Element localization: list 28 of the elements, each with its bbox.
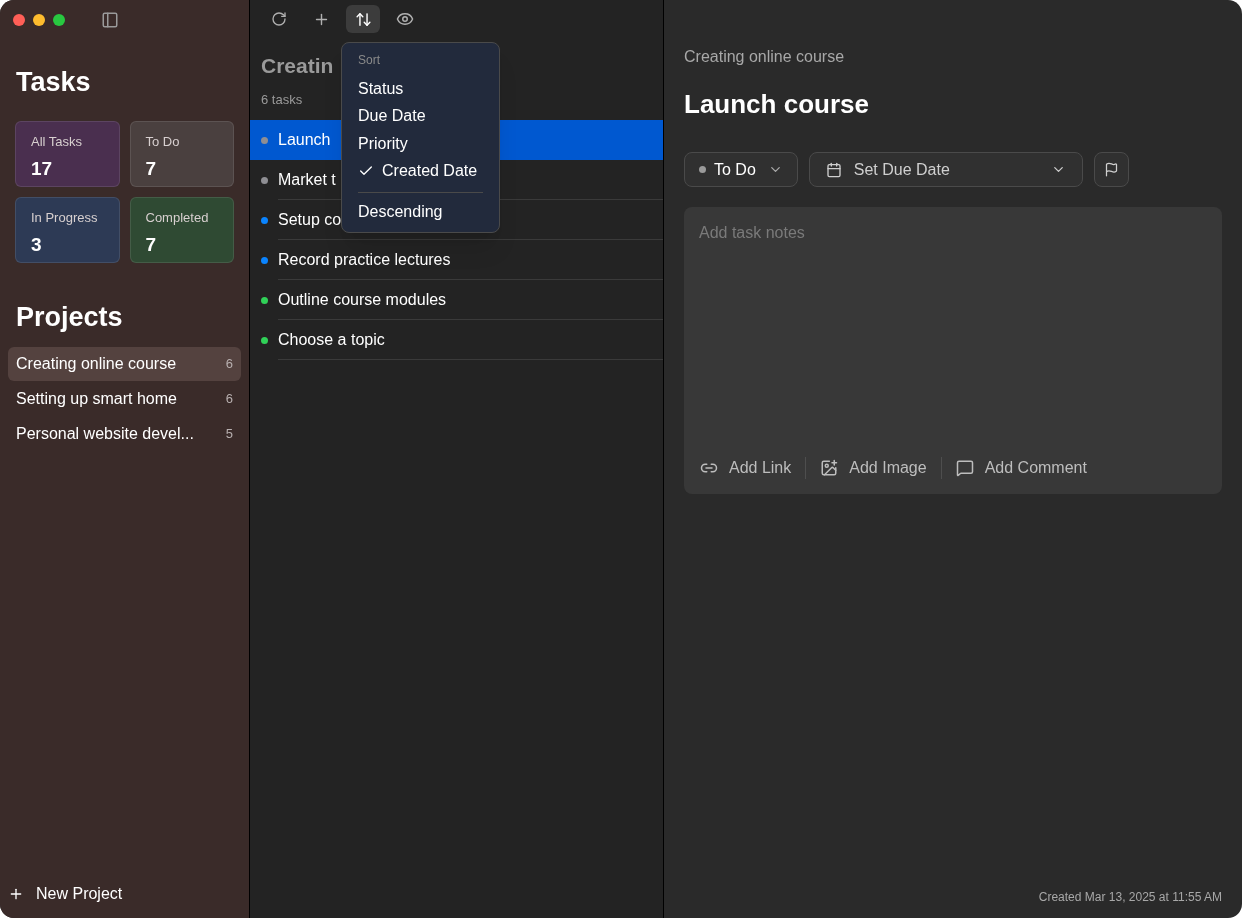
task-title: Outline course modules [278,289,447,310]
project-count: 5 [225,425,233,444]
stat-label: All Tasks [31,132,84,151]
stat-count: 17 [31,157,54,181]
task-heading: Launch course [684,88,870,121]
stat-count: 7 [145,157,158,181]
project-name: Setting up smart home [16,389,177,409]
task-title: Launch [278,130,331,150]
project-name: Personal website devel... [16,424,194,444]
task-title: Choose a topic [278,329,385,350]
stat-label: Completed [145,208,210,227]
task-title: Market t [278,169,336,190]
task-count: 6 tasks [261,90,304,109]
task-list-title: Creatin [261,53,334,79]
project-count: 6 [225,390,233,409]
task-title: Setup co [278,209,342,230]
created-timestamp: Created Mar 13, 2025 at 11:55 AM [1037,889,1222,906]
projects-heading: Projects [16,300,124,334]
sidebar-title: Tasks [16,66,92,99]
stat-count: 3 [31,233,43,257]
stat-label: In Progress [31,208,99,227]
project-name: Creating online course [16,354,177,374]
project-count: 6 [225,355,233,374]
menu-header: Sort [358,52,381,69]
task-title: Record practice lectures [278,249,451,270]
stat-count: 7 [145,233,158,257]
project-breadcrumb: Creating online course [684,47,846,67]
stat-label: To Do [145,132,181,151]
